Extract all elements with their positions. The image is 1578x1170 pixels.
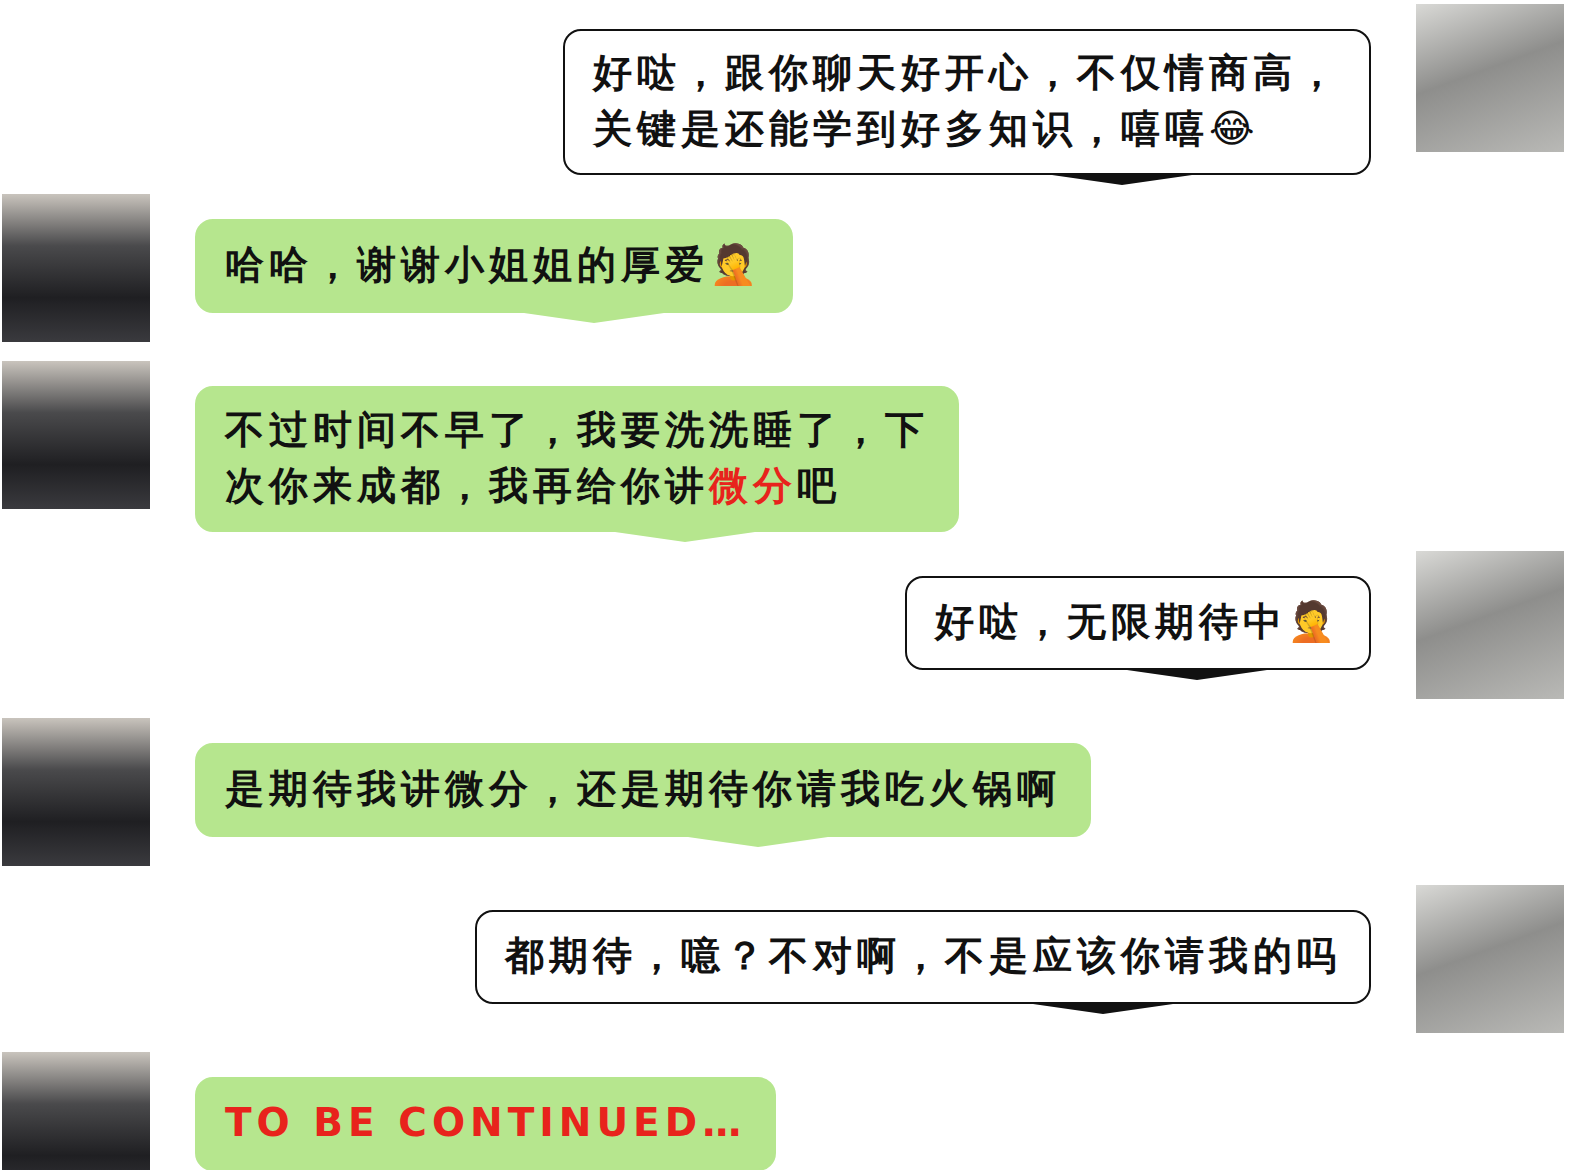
- message-row: 好哒，无限期待中🤦: [2, 551, 1564, 699]
- message-text: 关键是还能学到好多知识，嘻嘻😂: [593, 106, 1260, 151]
- message-text: TO BE CONTINUED…: [225, 1100, 746, 1145]
- message-text: 都期待，噫？不对啊，不是应该你请我的吗: [505, 933, 1341, 978]
- message-row: 都期待，噫？不对啊，不是应该你请我的吗: [2, 885, 1564, 1033]
- message-line: 好哒，跟你聊天好开心，不仅情商高，: [593, 45, 1341, 101]
- message-bubble: 好哒，无限期待中🤦: [905, 576, 1371, 670]
- message-line: 好哒，无限期待中🤦: [935, 594, 1341, 650]
- message-text: 好哒，跟你聊天好开心，不仅情商高，: [593, 50, 1341, 95]
- message-line: TO BE CONTINUED…: [225, 1095, 746, 1151]
- message-line: 都期待，噫？不对啊，不是应该你请我的吗: [505, 928, 1341, 984]
- message-bubble: 好哒，跟你聊天好开心，不仅情商高， 关键是还能学到好多知识，嘻嘻😂: [563, 29, 1371, 175]
- avatar-photo[interactable]: [2, 1052, 150, 1170]
- message-bubble: 不过时间不早了，我要洗洗睡了，下次你来成都，我再给你讲微分吧: [195, 386, 959, 532]
- message-row: 不过时间不早了，我要洗洗睡了，下次你来成都，我再给你讲微分吧: [2, 361, 1564, 532]
- message-text: 哈哈，谢谢小姐姐的厚爱🤦: [225, 242, 763, 287]
- avatar-photo[interactable]: [1416, 551, 1564, 699]
- message-text: 次你来成都，我再给你讲: [225, 463, 709, 508]
- message-line: 是期待我讲微分，还是期待你请我吃火锅啊: [225, 761, 1061, 817]
- message-bubble: 是期待我讲微分，还是期待你请我吃火锅啊: [195, 743, 1091, 837]
- message-line: 次你来成都，我再给你讲微分吧: [225, 458, 929, 514]
- message-line: 哈哈，谢谢小姐姐的厚爱🤦: [225, 237, 763, 293]
- message-text: 吧: [797, 463, 841, 508]
- message-text: 不过时间不早了，我要洗洗睡了，下: [225, 407, 929, 452]
- message-row: TO BE CONTINUED…: [2, 1052, 1564, 1170]
- chat-page: 好哒，跟你聊天好开心，不仅情商高， 关键是还能学到好多知识，嘻嘻😂 哈哈，谢谢小姐姐…: [0, 0, 1578, 1170]
- avatar-photo[interactable]: [1416, 885, 1564, 1033]
- message-bubble: TO BE CONTINUED…: [195, 1077, 776, 1170]
- avatar-photo[interactable]: [2, 361, 150, 509]
- avatar-photo[interactable]: [1416, 4, 1564, 152]
- message-text: 微分: [709, 463, 797, 508]
- avatar-photo[interactable]: [2, 194, 150, 342]
- avatar-photo[interactable]: [2, 718, 150, 866]
- message-text: 好哒，无限期待中🤦: [935, 599, 1341, 644]
- message-row: 哈哈，谢谢小姐姐的厚爱🤦: [2, 194, 1564, 342]
- message-row: 好哒，跟你聊天好开心，不仅情商高， 关键是还能学到好多知识，嘻嘻😂: [2, 4, 1564, 175]
- message-line: 关键是还能学到好多知识，嘻嘻😂: [593, 101, 1341, 157]
- message-row: 是期待我讲微分，还是期待你请我吃火锅啊: [2, 718, 1564, 866]
- message-bubble: 都期待，噫？不对啊，不是应该你请我的吗: [475, 910, 1371, 1004]
- message-text: 是期待我讲微分，还是期待你请我吃火锅啊: [225, 766, 1061, 811]
- message-bubble: 哈哈，谢谢小姐姐的厚爱🤦: [195, 219, 793, 313]
- message-line: 不过时间不早了，我要洗洗睡了，下: [225, 402, 929, 458]
